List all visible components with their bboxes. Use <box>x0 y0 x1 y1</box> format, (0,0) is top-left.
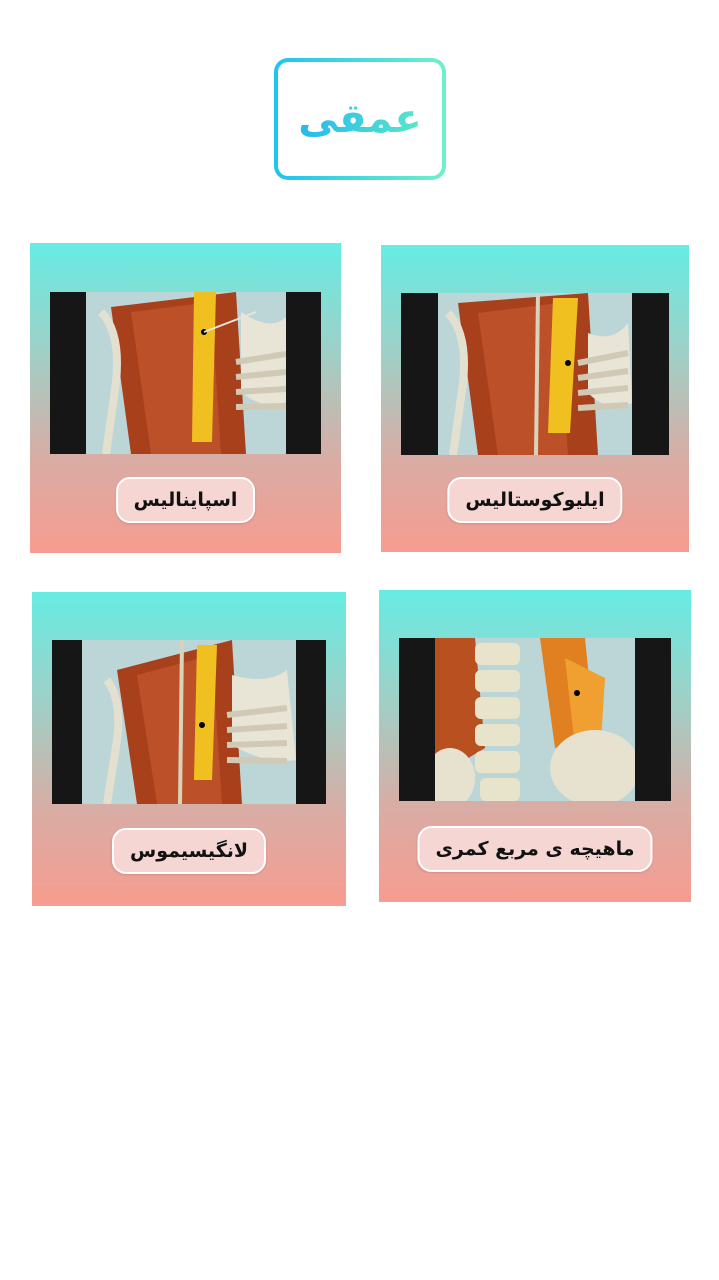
spinalis-muscle-image <box>50 292 321 454</box>
page-title: عمقی <box>298 96 422 142</box>
page: عمقی ایلیوکوستالیس اسپاینالیس ماهیچه ی م… <box>0 0 719 1280</box>
muscle-illustration <box>435 638 635 801</box>
muscle-illustration <box>86 292 286 454</box>
card-quadratus-lumborum[interactable]: ماهیچه ی مربع کمری <box>379 590 691 902</box>
title-box: عمقی <box>274 58 446 180</box>
quadratus-lumborum-muscle-image <box>399 638 671 801</box>
muscle-illustration <box>82 640 296 804</box>
muscle-illustration <box>438 293 632 455</box>
card-label: ایلیوکوستالیس <box>447 477 623 523</box>
card-longissimus[interactable]: لانگیسیموس <box>32 592 346 906</box>
card-label: ماهیچه ی مربع کمری <box>417 826 653 872</box>
iliocostalis-muscle-image <box>401 293 669 455</box>
title-inner: عمقی <box>278 62 442 176</box>
card-label: لانگیسیموس <box>111 828 267 874</box>
card-iliocostalis[interactable]: ایلیوکوستالیس <box>381 245 689 552</box>
card-label: اسپاینالیس <box>115 477 256 523</box>
card-spinalis[interactable]: اسپاینالیس <box>30 243 341 553</box>
longissimus-muscle-image <box>52 640 326 804</box>
